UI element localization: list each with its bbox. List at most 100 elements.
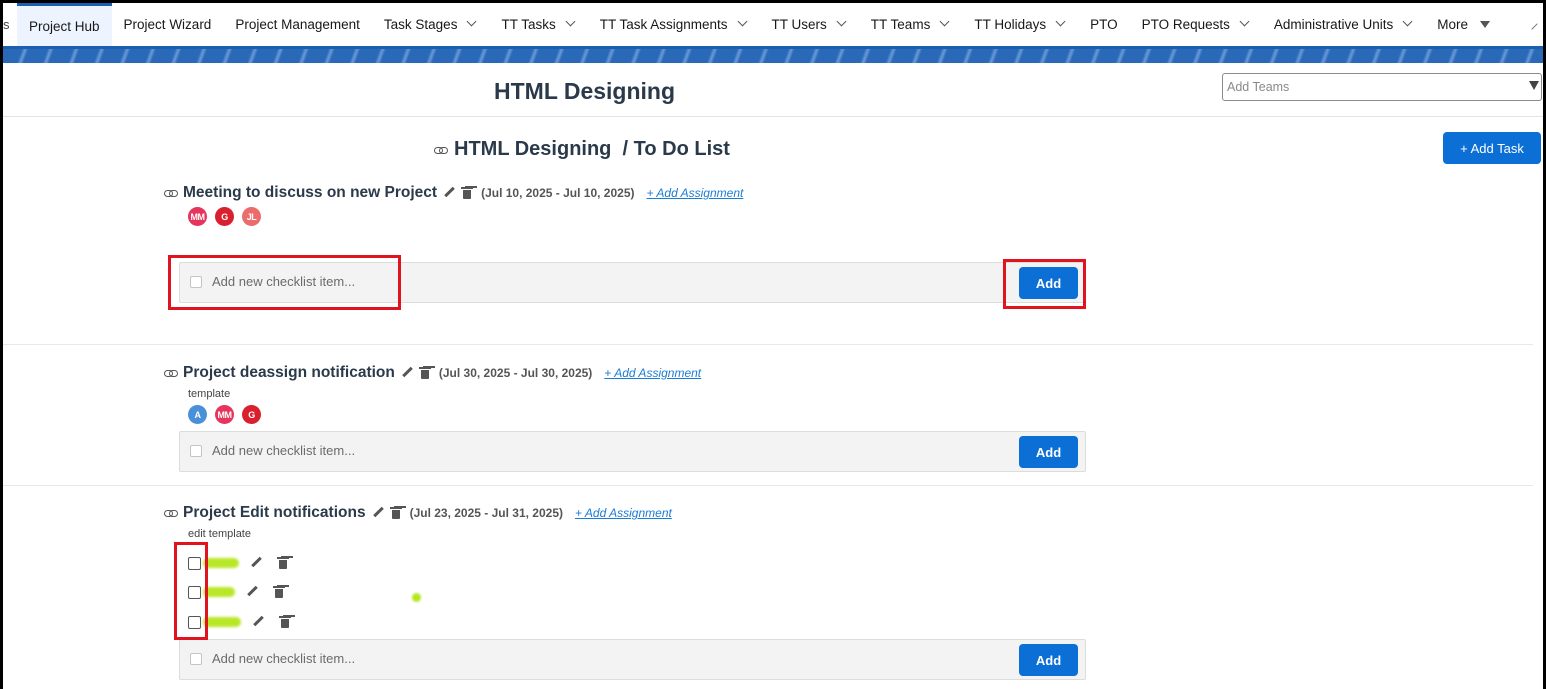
task-name: Project deassign notification — [183, 364, 395, 381]
trash-icon[interactable] — [461, 186, 474, 200]
trash-icon[interactable] — [279, 615, 291, 629]
add-assignment-link[interactable]: + Add Assignment — [575, 506, 672, 520]
checklist-add-bar: Add new checklist item... Add — [179, 431, 1086, 472]
todo-list-title: HTML Designing / To Do List — [434, 138, 730, 161]
link-icon — [164, 368, 178, 378]
trash-icon[interactable] — [273, 585, 285, 599]
trash-icon[interactable] — [277, 556, 289, 570]
nav-tab-label: TT Users — [771, 17, 827, 32]
checklist-new-checkbox[interactable] — [190, 653, 202, 665]
edit-pencil-icon[interactable] — [249, 556, 263, 570]
chevron-down-icon[interactable] — [467, 18, 477, 28]
nav-tab-pto[interactable]: PTO — [1078, 3, 1130, 46]
checklist-input[interactable]: Add new checklist item... — [212, 443, 355, 458]
task-name: Meeting to discuss on new Project — [183, 184, 438, 201]
edit-pencil-icon[interactable] — [251, 615, 265, 629]
checklist-add-bar: Add new checklist item... Add — [179, 639, 1086, 680]
nav-tab-label: TT Task Assignments — [599, 17, 728, 32]
nav-tab-tt-task-assignments[interactable]: TT Task Assignments — [588, 3, 760, 46]
nav-tab-project-management[interactable]: Project Management — [223, 3, 372, 46]
add-teams-select[interactable]: Add Teams — [1222, 73, 1542, 101]
nav-tab-task-stages[interactable]: Task Stages — [372, 3, 490, 46]
checklist-add-button[interactable]: Add — [1019, 436, 1078, 468]
task-header: Project deassign notification (Jul 30, 2… — [164, 364, 701, 382]
redaction-mark — [412, 593, 421, 602]
chevron-down-icon[interactable] — [837, 18, 847, 28]
trash-icon[interactable] — [389, 506, 402, 520]
chevron-down-icon[interactable] — [1240, 18, 1250, 28]
add-task-button[interactable]: + Add Task — [1443, 132, 1541, 164]
nav-tab-tt-tasks[interactable]: TT Tasks — [489, 3, 587, 46]
task-description: edit template — [188, 528, 251, 540]
nav-tab-administrative-units[interactable]: Administrative Units — [1262, 3, 1425, 46]
nav-tab-label: TT Teams — [870, 17, 931, 32]
chevron-down-icon[interactable] — [1403, 18, 1413, 28]
chevron-down-icon[interactable] — [940, 18, 950, 28]
edit-pencil-icon[interactable] — [400, 366, 414, 380]
redacted-item-text — [203, 558, 239, 568]
add-assignment-link[interactable]: + Add Assignment — [604, 366, 701, 380]
nav-tab-label: PTO — [1090, 17, 1118, 32]
nav-tab-label: TT Tasks — [501, 17, 556, 32]
avatar[interactable]: G — [215, 207, 234, 226]
highlight-box-add-button — [1003, 259, 1086, 309]
task-avatars: MM G JL — [188, 207, 261, 226]
add-assignment-link[interactable]: + Add Assignment — [647, 186, 744, 200]
task-avatars: A MM G — [188, 405, 261, 424]
header-divider — [3, 116, 1543, 117]
checklist-add-button[interactable]: Add — [1019, 644, 1078, 676]
nav-tab-label: Task Stages — [383, 17, 458, 32]
trash-icon[interactable] — [418, 366, 431, 380]
avatar[interactable]: MM — [215, 405, 234, 424]
avatar[interactable]: JL — [242, 207, 261, 226]
task-divider — [3, 485, 1533, 486]
add-teams-placeholder: Add Teams — [1227, 80, 1290, 94]
header-banner — [3, 49, 1543, 63]
nav-tab-more[interactable]: More — [1425, 3, 1502, 46]
nav-tab-label: Project Wizard — [123, 17, 212, 32]
edit-pencil-icon[interactable] — [442, 186, 456, 200]
nav-tab-tt-teams[interactable]: TT Teams — [859, 3, 963, 46]
page-title: HTML Designing — [494, 78, 676, 104]
chevron-down-icon[interactable] — [566, 18, 576, 28]
nav-tab-pto-requests[interactable]: PTO Requests — [1130, 3, 1262, 46]
nav-tab-label: PTO Requests — [1141, 17, 1230, 32]
chevron-down-icon[interactable] — [738, 18, 748, 28]
task-dates: (Jul 23, 2025 - Jul 31, 2025) — [409, 506, 563, 520]
nav-tab-label: Administrative Units — [1273, 17, 1394, 32]
pencil-edge-icon — [1531, 23, 1543, 35]
task-dates: (Jul 10, 2025 - Jul 10, 2025) — [481, 186, 635, 200]
caret-down-icon — [1529, 81, 1539, 90]
app-nav-bar: s Project Hub Project Wizard Project Man… — [3, 3, 1543, 49]
link-icon — [164, 188, 178, 198]
nav-tab-label: Project Management — [235, 17, 360, 32]
nav-tab-tt-holidays[interactable]: TT Holidays — [962, 3, 1078, 46]
nav-edge-glyph: s — [3, 17, 10, 32]
checklist-input[interactable]: Add new checklist item... — [212, 651, 355, 666]
task-header: Meeting to discuss on new Project (Jul 1… — [164, 184, 743, 202]
nav-tab-project-wizard[interactable]: Project Wizard — [112, 3, 224, 46]
todo-list-title-text: HTML Designing / To Do List — [454, 138, 730, 160]
checklist-new-checkbox[interactable] — [190, 445, 202, 457]
task-name: Project Edit notifications — [183, 504, 366, 521]
avatar[interactable]: MM — [188, 207, 207, 226]
nav-tab-project-hub[interactable]: Project Hub — [17, 3, 112, 46]
nav-tab-label: More — [1437, 17, 1468, 32]
task-divider — [3, 344, 1533, 345]
redacted-item-text — [203, 617, 241, 627]
link-icon — [434, 145, 448, 155]
task-dates: (Jul 30, 2025 - Jul 30, 2025) — [438, 366, 593, 380]
nav-tab-label: TT Holidays — [974, 17, 1047, 32]
highlight-box-checkboxes — [174, 542, 208, 640]
nav-tab-tt-users[interactable]: TT Users — [760, 3, 859, 46]
chevron-down-icon[interactable] — [1056, 18, 1066, 28]
task-description: template — [188, 388, 231, 400]
avatar[interactable]: A — [188, 405, 207, 424]
caret-down-icon — [1479, 21, 1490, 28]
avatar[interactable]: G — [242, 405, 261, 424]
edit-pencil-icon[interactable] — [371, 506, 385, 520]
nav-tab-label: Project Hub — [29, 18, 100, 34]
highlight-box-checklist-input — [168, 255, 401, 310]
edit-pencil-icon[interactable] — [245, 585, 259, 599]
task-header: Project Edit notifications (Jul 23, 2025… — [164, 504, 672, 522]
